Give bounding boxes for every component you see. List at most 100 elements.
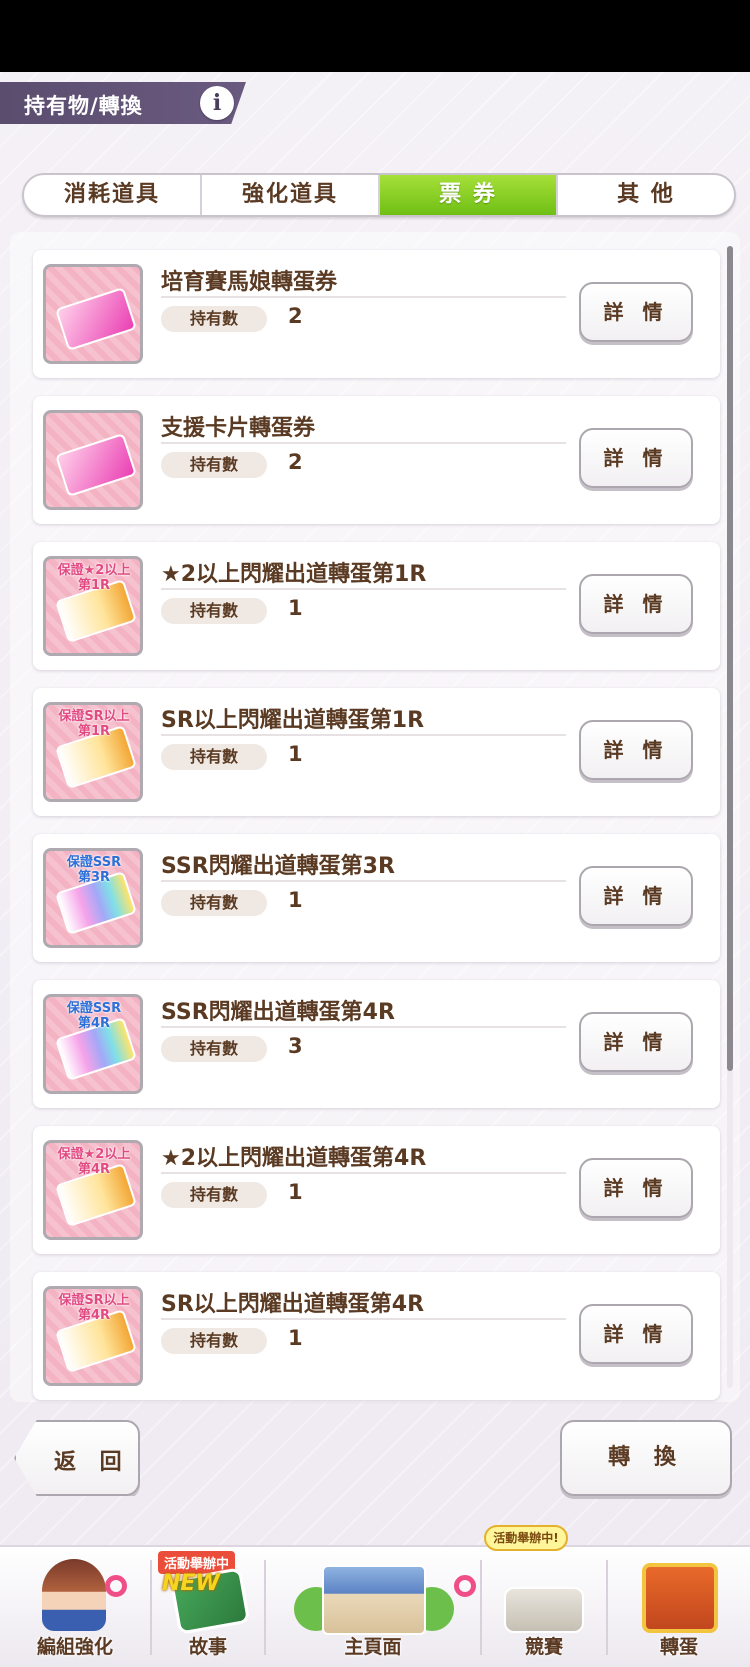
ticket-guarantee-badge: 保證★2以上 第4R — [50, 1147, 138, 1177]
ticket-name: ★2以上閃耀出道轉蛋第1R — [161, 562, 427, 587]
back-button-label: 返 回 — [54, 1450, 130, 1475]
ticket-list-item: 保證SSR 第3R SSR閃耀出道轉蛋第3R 持有數 1 詳 情 — [33, 834, 720, 962]
ticket-name: 培育賽馬娘轉蛋券 — [161, 270, 338, 295]
ticket-name: ★2以上閃耀出道轉蛋第4R — [161, 1146, 427, 1171]
nav-home-label: 主頁面 — [344, 1636, 402, 1658]
owned-count-label: 持有數 — [161, 1036, 267, 1062]
owned-count-label: 持有數 — [161, 598, 267, 624]
owned-count-value: 1 — [288, 596, 303, 620]
upgrade-ring-icon — [105, 1575, 127, 1597]
scrollbar-thumb[interactable] — [727, 246, 733, 1071]
owned-count-label: 持有數 — [161, 1328, 267, 1354]
race-event-bubble: 活動舉辦中! — [484, 1525, 568, 1551]
details-button[interactable]: 詳 情 — [579, 428, 693, 488]
owned-count-value: 1 — [288, 1180, 303, 1204]
owned-count-value: 2 — [288, 450, 303, 474]
ticket-name: SSR閃耀出道轉蛋第4R — [161, 1000, 395, 1025]
divider — [161, 734, 566, 736]
badge-line: 第3R — [77, 870, 111, 885]
nav-formation-label: 編組強化 — [36, 1636, 113, 1658]
new-badge: NEW — [162, 1571, 220, 1596]
page-title: 持有物/轉換 — [24, 94, 143, 118]
status-bar — [0, 0, 750, 72]
ticket-icon: 保證★2以上 第4R — [43, 1140, 143, 1240]
divider — [161, 296, 566, 298]
badge-line: 保證★2以上 — [57, 1147, 131, 1162]
owned-count-label: 持有數 — [161, 890, 267, 916]
tab-consumables[interactable]: 消耗道具 — [24, 175, 202, 215]
tab-tickets[interactable]: 票 券 — [380, 175, 558, 215]
divider — [161, 880, 566, 882]
upgrade-ring-icon — [454, 1575, 476, 1597]
divider — [161, 1318, 566, 1320]
nav-formation[interactable]: 編組強化 — [0, 1545, 150, 1667]
info-icon[interactable]: i — [200, 86, 234, 120]
ticket-guarantee-badge: 保證SSR 第4R — [50, 1001, 138, 1031]
ticket-icon: 保證★2以上 第1R — [43, 556, 143, 656]
badge-line: 保證★2以上 — [57, 563, 131, 578]
tab-other[interactable]: 其 他 — [558, 175, 734, 215]
owned-count-value: 3 — [288, 1034, 303, 1058]
ticket-list-item: 保證★2以上 第4R ★2以上閃耀出道轉蛋第4R 持有數 1 詳 情 — [33, 1126, 720, 1254]
owned-count-label: 持有數 — [161, 1182, 267, 1208]
owned-count-label: 持有數 — [161, 452, 267, 478]
badge-line: 保證SSR — [66, 1001, 122, 1016]
details-button[interactable]: 詳 情 — [579, 720, 693, 780]
details-button[interactable]: 詳 情 — [579, 866, 693, 926]
ticket-icon: 保證SR以上 第4R — [43, 1286, 143, 1386]
ticket-icon — [43, 410, 143, 510]
race-gate-icon — [504, 1587, 584, 1633]
ticket-list-item: 保證★2以上 第1R ★2以上閃耀出道轉蛋第1R 持有數 1 詳 情 — [33, 542, 720, 670]
ticket-guarantee-badge: 保證SSR 第3R — [50, 855, 138, 885]
convert-button[interactable]: 轉 換 — [560, 1420, 732, 1496]
ticket-name: SSR閃耀出道轉蛋第3R — [161, 854, 395, 879]
nav-home[interactable]: 主頁面 — [266, 1545, 480, 1667]
ticket-image — [54, 286, 138, 352]
nav-race[interactable]: 活動舉辦中! 競賽 — [482, 1525, 606, 1667]
owned-count-value: 1 — [288, 742, 303, 766]
badge-line: 第4R — [77, 1016, 111, 1031]
ticket-list-item: 支援卡片轉蛋券 持有數 2 詳 情 — [33, 396, 720, 524]
details-button[interactable]: 詳 情 — [579, 574, 693, 634]
badge-line: 第4R — [77, 1162, 111, 1177]
academy-building-icon — [322, 1565, 426, 1635]
divider — [161, 442, 566, 444]
details-button[interactable]: 詳 情 — [579, 1304, 693, 1364]
ticket-guarantee-badge: 保證SR以上 第1R — [50, 709, 138, 739]
details-button[interactable]: 詳 情 — [579, 1012, 693, 1072]
ticket-guarantee-badge: 保證SR以上 第4R — [50, 1293, 138, 1323]
owned-count-label: 持有數 — [161, 306, 267, 332]
ticket-icon: 保證SR以上 第1R — [43, 702, 143, 802]
details-button[interactable]: 詳 情 — [579, 1158, 693, 1218]
ticket-list-item: 保證SR以上 第4R SR以上閃耀出道轉蛋第4R 持有數 1 詳 情 — [33, 1272, 720, 1400]
details-button[interactable]: 詳 情 — [579, 282, 693, 342]
badge-line: 保證SSR — [66, 855, 122, 870]
divider — [161, 588, 566, 590]
badge-line: 第4R — [77, 1308, 111, 1323]
badge-line: 保證SR以上 — [58, 1293, 130, 1308]
ticket-name: SR以上閃耀出道轉蛋第4R — [161, 1292, 425, 1317]
ticket-icon — [43, 264, 143, 364]
category-tabs: 消耗道具 強化道具 票 券 其 他 — [22, 173, 736, 217]
ticket-icon: 保證SSR 第4R — [43, 994, 143, 1094]
divider — [161, 1026, 566, 1028]
badge-line: 保證SR以上 — [58, 709, 130, 724]
ticket-icon: 保證SSR 第3R — [43, 848, 143, 948]
ticket-list-item: 培育賽馬娘轉蛋券 持有數 2 詳 情 — [33, 250, 720, 378]
nav-story[interactable]: 活動舉辦中 NEW 故事 — [152, 1545, 264, 1667]
owned-count-value: 1 — [288, 888, 303, 912]
nav-gacha-label: 轉蛋 — [659, 1636, 698, 1658]
gacha-banner-icon — [642, 1563, 718, 1633]
ticket-image — [54, 432, 138, 498]
tab-enhancement[interactable]: 強化道具 — [202, 175, 380, 215]
ticket-name: 支援卡片轉蛋券 — [161, 416, 316, 441]
nav-gacha[interactable]: 轉蛋 — [608, 1545, 750, 1667]
ticket-name: SR以上閃耀出道轉蛋第1R — [161, 708, 425, 733]
ticket-guarantee-badge: 保證★2以上 第1R — [50, 563, 138, 593]
ticket-list-item: 保證SSR 第4R SSR閃耀出道轉蛋第4R 持有數 3 詳 情 — [33, 980, 720, 1108]
owned-count-value: 1 — [288, 1326, 303, 1350]
badge-line: 第1R — [77, 578, 111, 593]
owned-count-value: 2 — [288, 304, 303, 328]
nav-race-label: 競賽 — [524, 1636, 563, 1658]
divider — [161, 1172, 566, 1174]
